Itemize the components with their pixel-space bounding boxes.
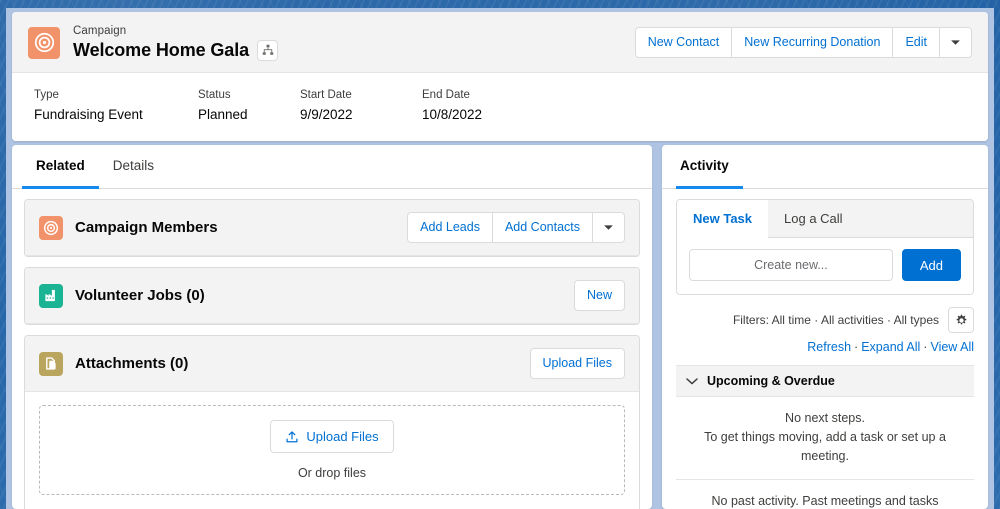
record-header: Campaign Welcome Home Gala New Contact N… [12,12,988,141]
related-list-header: Attachments (0) Upload Files [25,336,639,392]
salesforce-record-page: Campaign Welcome Home Gala New Contact N… [6,8,994,509]
volunteer-job-building-icon [39,283,63,308]
upload-files-button[interactable]: Upload Files [270,420,394,453]
gear-icon[interactable] [948,307,974,333]
add-contacts-button[interactable]: Add Contacts [491,212,593,243]
record-title-row: Welcome Home Gala [73,39,635,61]
composer-body: Add [677,238,973,294]
link-separator: · [923,340,928,354]
field-type: Type Fundraising Event [34,87,198,125]
related-list-header: Campaign Members Add Leads Add Contacts [25,200,639,256]
campaign-members-more-button[interactable] [592,212,625,243]
record-action-button-group: New Contact New Recurring Donation Edit [634,27,972,58]
no-next-steps-message: No next steps. To get things moving, add… [676,397,974,480]
related-lists: Campaign Members Add Leads Add Contacts [12,189,652,509]
field-label: End Date [422,89,470,101]
related-list-attachments: Attachments (0) Upload Files Upload File… [24,335,640,509]
activity-composer-wrap: New Task Log a Call Add [662,189,988,295]
upcoming-overdue-title: Upcoming & Overdue [707,374,835,388]
activity-panel: Activity New Task Log a Call Add Filters… [662,145,988,509]
related-list-title: Volunteer Jobs (0) [75,287,205,304]
related-tabbar: Related Details [12,145,652,189]
field-end-date: End Date 10/8/2022 [422,87,562,125]
related-list-actions: Add Leads Add Contacts [407,212,625,243]
drop-files-hint: Or drop files [297,466,367,480]
upload-icon [285,430,299,444]
chevron-down-icon [686,377,698,385]
field-status: Status Planned [198,87,300,125]
record-highlight-fields: Type Fundraising Event Status Planned St… [12,73,988,141]
upcoming-overdue-section-header[interactable]: Upcoming & Overdue [676,365,974,397]
new-contact-button[interactable]: New Contact [634,27,733,58]
record-body-columns: Related Details Campaign Members Add Lea… [12,145,988,509]
tab-related[interactable]: Related [22,145,99,189]
view-all-link[interactable]: View All [930,340,974,354]
add-task-button[interactable]: Add [901,249,961,281]
file-dropzone[interactable]: Upload Files Or drop files [39,405,625,495]
field-label: Status [198,89,231,101]
chevron-down-icon [603,224,614,231]
no-next-steps-subtitle: To get things moving, add a task or set … [704,430,946,463]
page-title: Welcome Home Gala [73,40,250,60]
no-past-activity-message: No past activity. Past meetings and task… [711,494,939,508]
related-list-actions: Upload Files [529,348,625,379]
record-header-top: Campaign Welcome Home Gala New Contact N… [12,12,988,73]
related-list-actions: New [573,280,625,311]
composer-tabs: New Task Log a Call [677,200,973,238]
tab-log-a-call[interactable]: Log a Call [768,200,859,237]
activity-tabbar: Activity [662,145,988,189]
related-panel: Related Details Campaign Members Add Lea… [12,145,652,509]
edit-button[interactable]: Edit [892,27,940,58]
tab-new-task[interactable]: New Task [677,200,769,238]
attachment-file-icon [39,351,63,376]
hierarchy-icon[interactable] [257,39,279,61]
field-label: Start Date [300,89,352,101]
related-list-volunteer-jobs: Volunteer Jobs (0) New [24,267,640,325]
tab-activity[interactable]: Activity [676,145,743,189]
upload-files-button-label: Upload Files [306,429,379,444]
related-list-header: Volunteer Jobs (0) New [25,268,639,324]
record-type-label: Campaign [73,25,127,37]
related-list-title: Campaign Members [75,219,218,236]
field-value: 9/9/2022 [300,107,353,122]
refresh-link[interactable]: Refresh [807,340,851,354]
record-header-actions: New Contact New Recurring Donation Edit [634,27,972,58]
campaign-target-icon [28,26,60,59]
no-next-steps-title: No next steps. [785,411,865,425]
create-new-task-input[interactable] [689,249,893,281]
activity-links-row: Refresh · Expand All · View All [662,333,988,354]
related-list-campaign-members: Campaign Members Add Leads Add Contacts [24,199,640,257]
activity-filters-summary: Filters: All time · All activities · All… [732,313,939,327]
record-actions-more-button[interactable] [939,27,972,58]
field-value: Planned [198,107,248,122]
attachments-body: Upload Files Or drop files [25,405,639,495]
activity-composer: New Task Log a Call Add [676,199,974,295]
field-label: Type [34,89,59,101]
new-volunteer-job-button[interactable]: New [573,280,625,311]
field-value: 10/8/2022 [422,107,483,122]
upload-files-header-button[interactable]: Upload Files [529,348,625,379]
related-list-title: Attachments (0) [75,355,189,372]
tab-details[interactable]: Details [99,145,168,189]
new-recurring-donation-button[interactable]: New Recurring Donation [731,27,894,58]
chevron-down-icon [950,39,961,46]
field-start-date: Start Date 9/9/2022 [300,87,422,125]
record-header-titles: Campaign Welcome Home Gala [73,24,635,61]
field-value: Fundraising Event [34,107,143,122]
campaign-target-icon [39,215,63,240]
link-separator: · [854,340,859,354]
add-leads-button[interactable]: Add Leads [407,212,493,243]
activity-filters-row: Filters: All time · All activities · All… [662,295,988,333]
expand-all-link[interactable]: Expand All [861,340,920,354]
